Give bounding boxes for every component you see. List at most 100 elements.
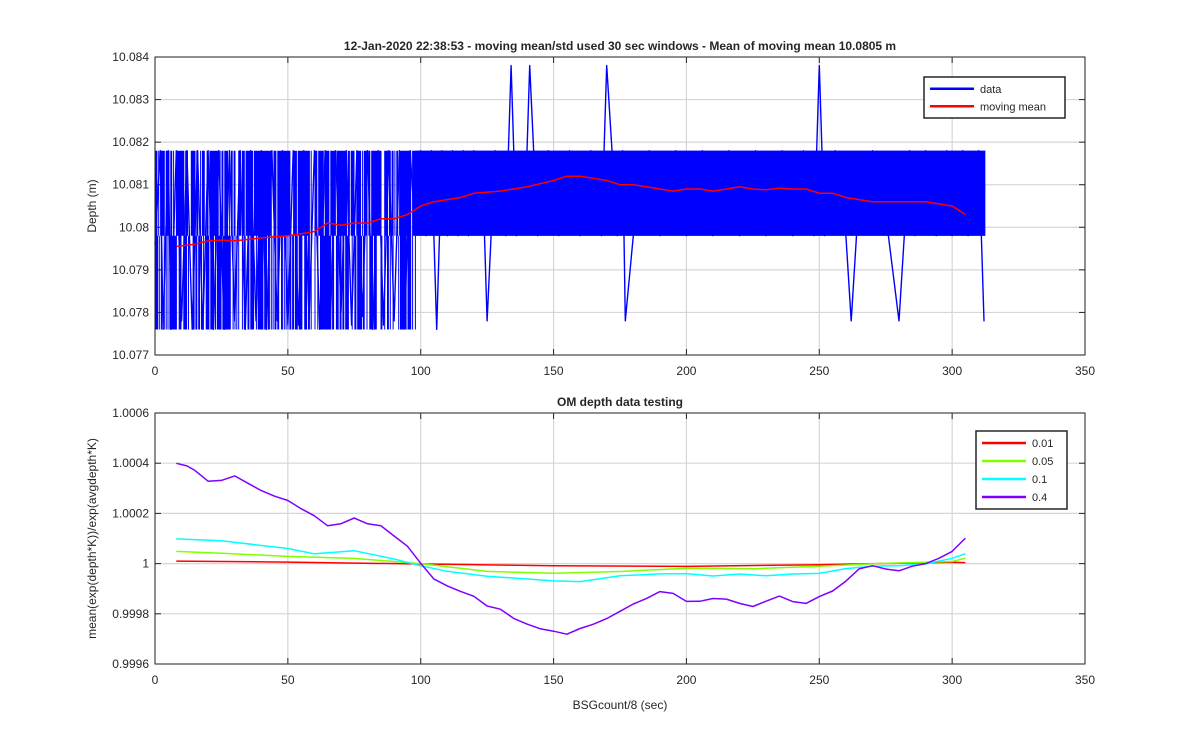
data-point	[228, 150, 230, 152]
data-point	[398, 150, 401, 152]
data-point	[600, 235, 603, 237]
data-point	[351, 324, 353, 326]
x-tick-label: 0	[152, 673, 159, 687]
data-point	[266, 328, 268, 331]
data-point	[170, 328, 172, 331]
data-point	[659, 235, 661, 237]
data-point	[685, 235, 688, 237]
data-point	[483, 235, 486, 237]
data-point	[622, 150, 624, 152]
data-point	[207, 150, 209, 152]
data-point	[914, 235, 916, 237]
data-point	[409, 150, 411, 152]
figure-svg: 0 50 100 150 200 250 300 35010.07710.07810.0791…	[85, 39, 1095, 712]
data-point	[792, 235, 794, 237]
data-point	[834, 150, 836, 152]
data-point	[361, 316, 363, 318]
data-point	[319, 328, 321, 331]
y-tick-label: 10.084	[112, 50, 149, 64]
data-point	[393, 320, 395, 322]
data-point	[356, 150, 358, 152]
data-point	[824, 235, 826, 237]
data-point	[616, 235, 618, 237]
data-point	[162, 328, 164, 331]
data-point	[632, 235, 634, 237]
y-axis-label: Depth (m)	[85, 179, 99, 232]
data-point	[845, 235, 847, 237]
data-point	[297, 324, 300, 326]
data-point	[234, 320, 236, 322]
data-point	[324, 150, 326, 152]
data-point	[377, 150, 379, 152]
data-point	[180, 320, 183, 322]
data-point	[781, 150, 783, 152]
data-point	[765, 235, 767, 237]
chart-title: OM depth data testing	[557, 395, 683, 409]
data-point	[436, 328, 438, 331]
data-point	[935, 235, 937, 237]
data-point	[754, 150, 757, 152]
data-point	[308, 320, 310, 322]
data-point	[909, 150, 911, 152]
data-point	[515, 235, 517, 237]
data-point	[255, 320, 257, 322]
data-point	[281, 150, 284, 152]
y-tick-label: 10.08	[119, 220, 149, 234]
legend: data moving mean	[923, 76, 1066, 119]
data-point	[388, 150, 390, 152]
data-point	[271, 150, 273, 152]
x-tick-label: 250	[809, 673, 829, 687]
x-tick-label: 200	[676, 364, 696, 378]
y-tick-label: 10.077	[112, 348, 149, 362]
data-point	[167, 150, 169, 152]
data-point	[430, 150, 432, 152]
data-point	[978, 150, 980, 152]
data-point	[462, 150, 464, 152]
data-point	[675, 150, 677, 152]
data-point	[366, 150, 369, 152]
data-point	[441, 150, 443, 152]
y-tick-label: 1.0002	[112, 506, 149, 520]
data-point	[218, 150, 220, 152]
data-point	[802, 150, 804, 152]
chart-title: 12-Jan-2020 22:38:53 - moving mean/std u…	[344, 39, 896, 53]
data-point	[558, 235, 560, 237]
y-tick-label: 1.0004	[112, 456, 149, 470]
data-point	[446, 235, 448, 237]
data-point	[313, 150, 316, 152]
data-point	[260, 150, 262, 152]
data-point	[946, 150, 948, 152]
data-point	[648, 150, 650, 152]
data-point	[212, 328, 215, 331]
data-point	[712, 235, 714, 237]
data-point	[175, 150, 177, 152]
x-tick-label: 300	[942, 673, 962, 687]
data-point	[579, 235, 581, 237]
y-tick-label: 10.081	[112, 178, 149, 192]
x-tick-label: 350	[1075, 364, 1095, 378]
data-point	[728, 150, 730, 152]
data-point	[494, 150, 496, 152]
legend-entry: 0.01	[1032, 438, 1053, 450]
data-point	[510, 64, 512, 67]
legend-entry: 0.05	[1032, 456, 1053, 468]
data-point	[250, 150, 252, 152]
y-tick-label: 10.083	[112, 93, 149, 107]
x-tick-label: 100	[411, 673, 431, 687]
data-point	[701, 150, 703, 152]
data-point	[186, 150, 188, 152]
x-axis-label: BSGcount/8 (sec)	[573, 698, 668, 712]
data-point	[505, 235, 507, 237]
data-point	[887, 235, 889, 237]
y-tick-label: 1	[142, 557, 149, 571]
data-point	[382, 324, 385, 326]
data-point	[813, 235, 815, 237]
data-point	[420, 150, 422, 152]
data-point	[486, 320, 488, 322]
data-point	[962, 150, 964, 152]
x-tick-label: 150	[544, 364, 564, 378]
data-point	[287, 324, 289, 326]
data-point	[196, 150, 199, 152]
data-point	[452, 150, 454, 152]
data-point	[738, 235, 741, 237]
